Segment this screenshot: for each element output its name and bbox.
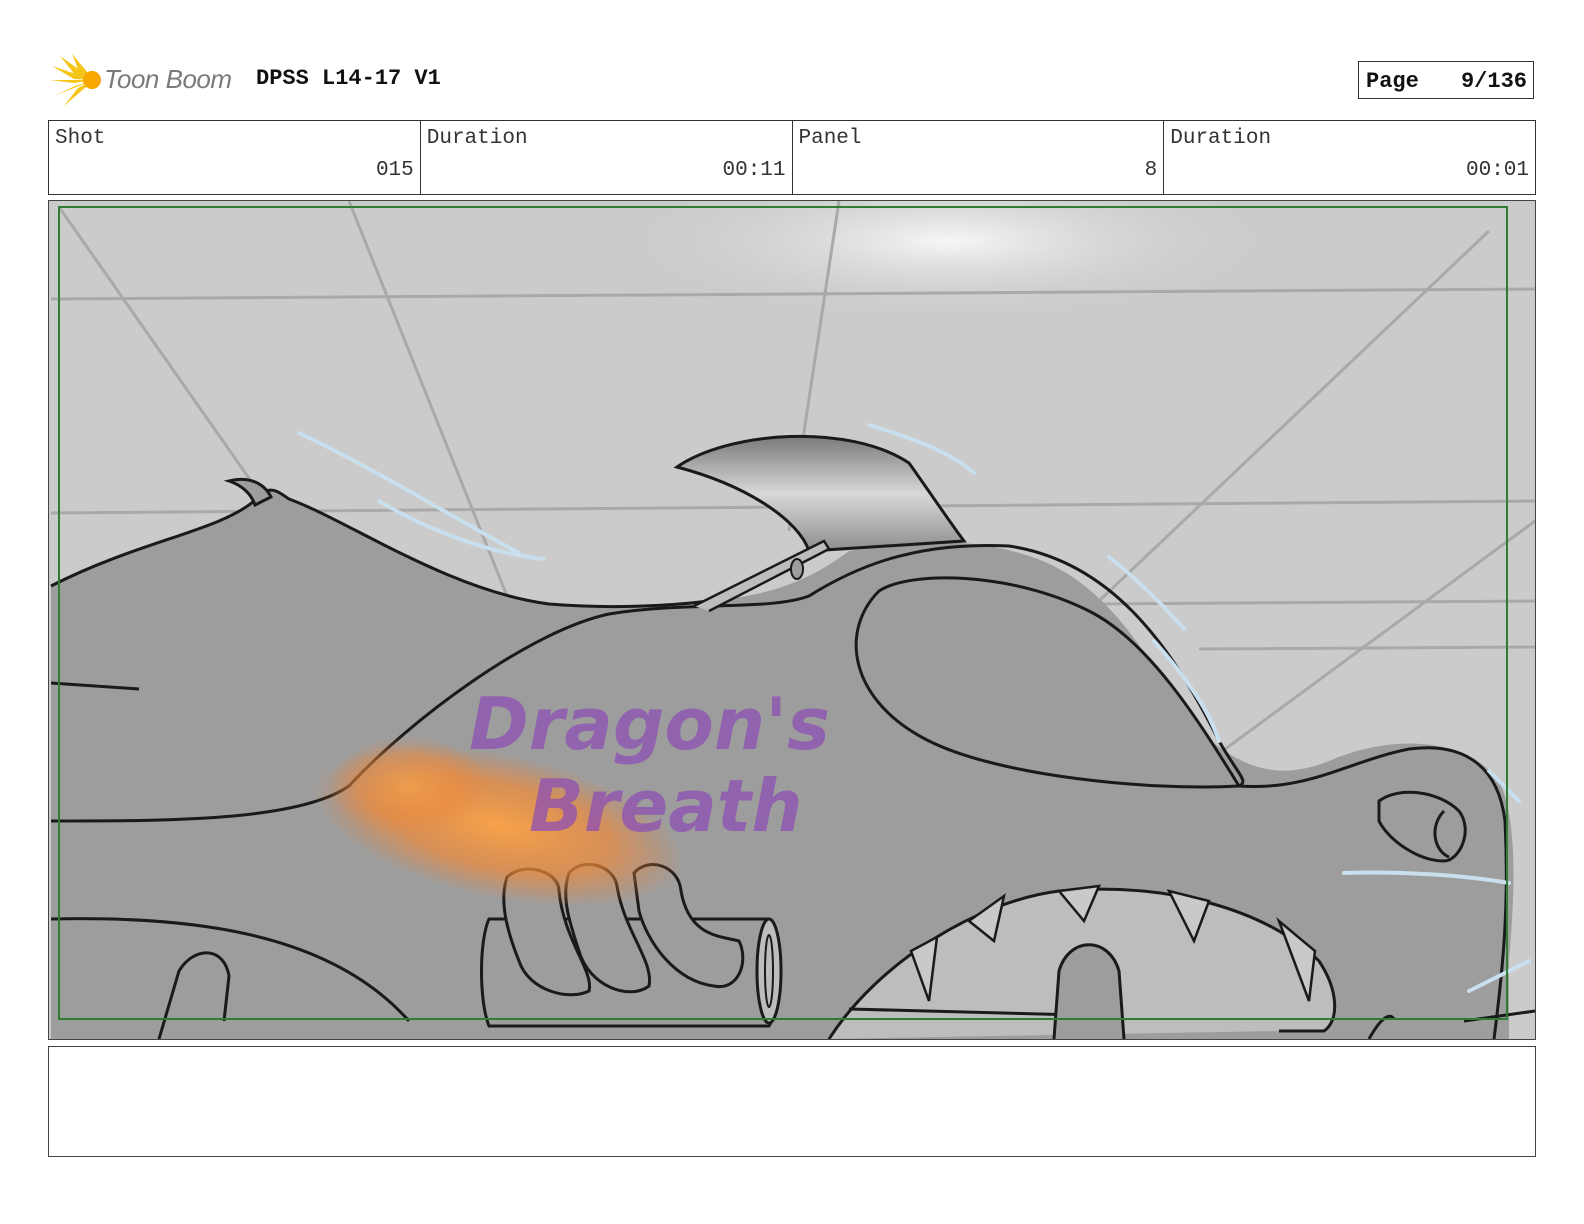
page-indicator: Page 9/136: [1358, 61, 1534, 99]
shot-cell: Shot 015: [49, 121, 421, 194]
panel-cell: Panel 8: [793, 121, 1165, 194]
panel-duration-value: 00:01: [1465, 159, 1529, 182]
starburst-icon: [50, 54, 101, 106]
shot-label: Shot: [55, 127, 106, 150]
sketch-text-line1: Dragon's: [469, 682, 830, 766]
panel-duration-cell: Duration 00:01: [1164, 121, 1535, 194]
shot-info-table: Shot 015 Duration 00:11 Panel 8 Duration…: [48, 120, 1536, 195]
notes-box: [48, 1046, 1536, 1157]
panel-duration-label: Duration: [1170, 127, 1272, 150]
page-label: Page: [1366, 69, 1419, 94]
project-title: DPSS L14-17 V1: [256, 66, 441, 91]
sketch-text-line2: Breath: [529, 764, 802, 848]
logo-text: Toon Boom: [104, 64, 232, 94]
panel-value: 8: [1144, 159, 1158, 182]
panel-sketch: Dragon's Breath: [49, 201, 1535, 1039]
panel-label: Panel: [798, 127, 862, 150]
shot-duration-cell: Duration 00:11: [421, 121, 793, 194]
storyboard-panel: Dragon's Breath: [48, 200, 1536, 1040]
page-number: 9/136: [1460, 69, 1527, 94]
shot-duration-label: Duration: [426, 127, 528, 150]
toon-boom-logo: Toon Boom: [50, 52, 240, 108]
shot-duration-value: 00:11: [722, 159, 786, 182]
shot-value: 015: [375, 159, 414, 182]
